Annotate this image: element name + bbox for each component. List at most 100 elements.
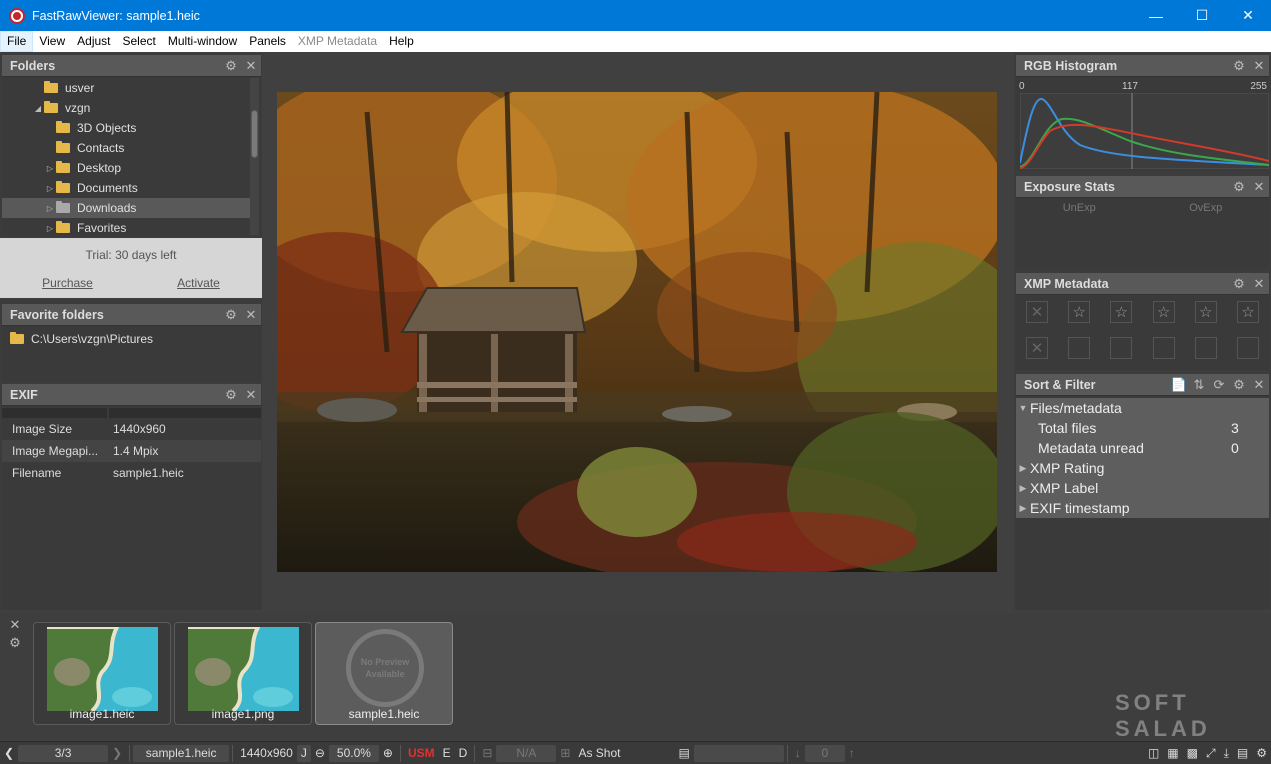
gear-icon[interactable]: ⚙ [1229,276,1249,292]
favorite-folder-item[interactable]: C:\Users\vzgn\Pictures [2,326,261,352]
zoom-out-icon[interactable]: ⊖ [311,745,329,762]
main-photo[interactable] [277,92,997,572]
label-3-box[interactable] [1152,337,1175,359]
expand-arrow-icon[interactable]: ▷ [44,184,56,193]
collapse-triangle-icon[interactable]: ▼ [1016,403,1030,413]
star-4-icon[interactable]: ☆ [1194,301,1217,323]
star-2-icon[interactable]: ☆ [1110,301,1133,323]
gear-icon[interactable]: ⚙ [1229,377,1249,393]
menu-file[interactable]: File [0,31,34,52]
tree-item-downloads[interactable]: ▷ Downloads [2,198,250,218]
filter-row-metadata-unread[interactable]: Metadata unread 0 [1016,438,1269,458]
close-button[interactable]: ✕ [1225,0,1271,31]
label-none-x-icon[interactable]: ✕ [1026,337,1048,359]
document-icon[interactable]: 📄 [1169,377,1189,393]
close-icon[interactable]: ✕ [1249,276,1269,292]
thumbnails-view-icon[interactable]: ▩ [1183,745,1202,762]
menu-help[interactable]: Help [383,31,420,52]
close-icon[interactable]: ✕ [241,387,261,403]
menu-adjust[interactable]: Adjust [71,31,116,52]
gear-icon[interactable]: ⚙ [221,58,241,74]
expand-triangle-icon[interactable]: ▶ [1016,483,1030,494]
rotation-value[interactable]: 0 [804,744,845,762]
d-toggle[interactable]: D [455,745,472,762]
close-icon[interactable]: ✕ [1249,58,1269,74]
image-viewer[interactable] [265,53,1012,610]
expand-arrow-icon[interactable]: ▷ [44,224,56,233]
menu-multi-window[interactable]: Multi-window [162,31,243,52]
gear-icon[interactable]: ⚙ [221,307,241,323]
filter-row-total-files[interactable]: Total files 3 [1016,418,1269,438]
expand-arrow-icon[interactable]: ▷ [44,204,56,213]
folders-scrollbar[interactable] [250,78,259,235]
slider-track[interactable] [693,744,784,762]
gear-icon[interactable]: ⚙ [9,635,21,651]
fullscreen-icon[interactable]: ⤢ [1202,745,1220,762]
star-1-icon[interactable]: ☆ [1068,301,1091,323]
gear-icon[interactable]: ⚙ [1229,58,1249,74]
group-xmp-label[interactable]: ▶ XMP Label [1016,478,1269,498]
expand-arrow-icon[interactable]: ▷ [44,164,56,173]
reject-x-icon[interactable]: ✕ [1026,301,1048,323]
expand-triangle-icon[interactable]: ▶ [1016,463,1030,474]
download-icon[interactable]: ⤓ [1220,745,1233,762]
close-icon[interactable]: ✕ [10,617,21,633]
zoom-level[interactable]: 50.0% [328,744,379,762]
maximize-button[interactable]: ☐ [1179,0,1225,31]
jpeg-toggle[interactable]: J [296,744,311,762]
up-arrow-icon[interactable]: ↑ [845,745,859,762]
close-icon[interactable]: ✕ [1249,179,1269,195]
menu-panels[interactable]: Panels [243,31,292,52]
tree-item-contacts[interactable]: Contacts [2,138,250,158]
purchase-link[interactable]: Purchase [42,276,93,290]
tree-item-vzgn[interactable]: ◢ vzgn [2,98,250,118]
group-xmp-rating[interactable]: ▶ XMP Rating [1016,458,1269,478]
label-1-box[interactable] [1068,337,1091,359]
down-arrow-icon[interactable]: ↓ [791,745,805,762]
group-exif-timestamp[interactable]: ▶ EXIF timestamp [1016,498,1269,518]
star-3-icon[interactable]: ☆ [1152,301,1175,323]
gear-icon[interactable]: ⚙ [221,387,241,403]
menu-view[interactable]: View [33,31,71,52]
gear-icon[interactable]: ⚙ [1229,179,1249,195]
scrollbar-thumb[interactable] [251,110,258,158]
grid-view-icon[interactable]: ▦ [1163,745,1182,762]
e-toggle[interactable]: E [439,745,455,762]
activate-link[interactable]: Activate [177,276,220,290]
group-files-metadata[interactable]: ▼ Files/metadata [1016,398,1269,418]
label-4-box[interactable] [1194,337,1217,359]
gear-icon[interactable]: ⚙ [1252,745,1271,762]
close-icon[interactable]: ✕ [241,58,261,74]
expand-triangle-icon[interactable]: ▶ [1016,503,1030,514]
close-icon[interactable]: ✕ [1249,377,1269,393]
decrease-icon[interactable]: ⊟ [478,745,496,762]
tree-item-documents[interactable]: ▷ Documents [2,178,250,198]
tree-item-desktop[interactable]: ▷ Desktop [2,158,250,178]
increase-icon[interactable]: ⊞ [556,745,574,762]
label-2-box[interactable] [1110,337,1133,359]
wb-picker-icon[interactable]: ▤ [674,745,693,762]
star-5-icon[interactable]: ☆ [1236,301,1259,323]
thumbnail[interactable]: image1.heic [33,622,171,725]
thumbnail-selected[interactable]: No Preview Available sample1.heic [315,622,453,725]
panels-icon[interactable]: ▤ [1233,745,1252,762]
next-arrow-icon[interactable]: ❯ [108,745,126,762]
refresh-icon[interactable]: ⟳ [1209,377,1229,393]
label-5-box[interactable] [1236,337,1259,359]
page-counter[interactable]: 3/3 [18,744,109,762]
tree-item-favorites[interactable]: ▷ Favorites [2,218,250,235]
tree-item-3d-objects[interactable]: 3D Objects [2,118,250,138]
minimize-button[interactable]: — [1133,0,1179,31]
tree-item-usver[interactable]: usver [2,78,250,98]
collapse-arrow-icon[interactable]: ◢ [32,104,44,113]
white-balance-select[interactable]: As Shot [574,745,674,762]
zoom-in-icon[interactable]: ⊕ [379,745,397,762]
prev-arrow-icon[interactable]: ❮ [0,745,18,762]
menu-select[interactable]: Select [117,31,162,52]
close-icon[interactable]: ✕ [241,307,261,323]
usm-toggle[interactable]: USM [404,745,439,762]
sort-arrows-icon[interactable]: ⇅ [1189,377,1209,393]
thumbnail[interactable]: image1.png [174,622,312,725]
exposure-value[interactable]: N/A [496,744,557,762]
split-view-icon[interactable]: ◫ [1144,745,1163,762]
